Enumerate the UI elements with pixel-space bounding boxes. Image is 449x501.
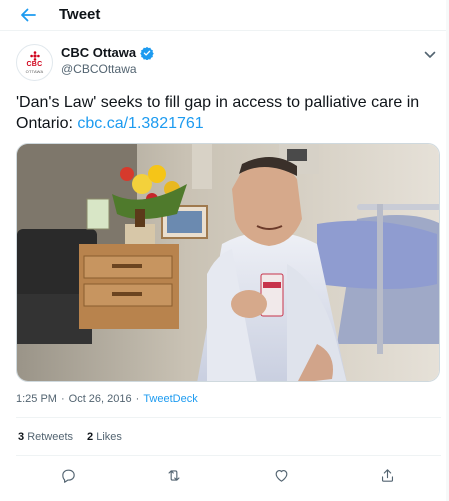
tweet-meta: 1:25 PM · Oct 26, 2016 · TweetDeck [16,393,198,405]
tweet-header: Tweet [0,0,449,31]
divider [16,417,441,418]
back-button[interactable] [16,4,40,26]
share-icon [381,468,393,482]
like-button[interactable] [269,463,293,487]
tweet-photo[interactable] [16,143,440,382]
avatar-logo-text: CBC [26,61,43,68]
page-title: Tweet [59,6,101,23]
tweet-actions [16,461,441,489]
display-name[interactable]: CBC Ottawa [61,45,136,60]
verified-badge-icon [140,46,154,60]
cbc-gem-icon [29,51,40,61]
meta-separator: · [60,393,65,405]
meta-separator-2: · [135,393,140,405]
heart-icon [275,469,287,482]
more-options-button[interactable] [421,46,439,64]
divider [16,455,441,456]
avatar-logo-subtext: OTTAWA [25,69,44,74]
handle[interactable]: @CBCOttawa [61,62,137,76]
retweets-stat[interactable]: 3 Retweets [18,431,73,443]
tweet-stats: 3 Retweets 2 Likes [18,431,122,443]
avatar[interactable]: CBC OTTAWA [16,44,53,81]
tweet-link[interactable]: cbc.ca/1.3821761 [77,115,203,132]
likes-count: 2 [87,431,94,443]
photo-image [17,144,439,381]
likes-stat[interactable]: 2 Likes [87,431,122,443]
name-row: CBC Ottawa [61,45,154,60]
tweet-author: CBC OTTAWA CBC Ottawa @CBCOttawa [16,44,441,84]
retweets-count: 3 [18,431,25,443]
reply-icon [61,469,75,483]
chevron-down-icon [424,51,436,58]
reply-button[interactable] [56,463,80,487]
tweet-source[interactable]: TweetDeck [143,393,197,405]
tweet-date[interactable]: Oct 26, 2016 [69,393,132,405]
retweets-label: Retweets [27,431,74,443]
back-arrow-icon [21,8,36,22]
tweet-time[interactable]: 1:25 PM [16,393,57,405]
likes-label: Likes [96,431,122,443]
tweet-text: 'Dan's Law' seeks to fill gap in access … [16,92,441,134]
share-button[interactable] [375,463,399,487]
retweet-button[interactable] [162,463,186,487]
retweet-icon [168,469,180,481]
